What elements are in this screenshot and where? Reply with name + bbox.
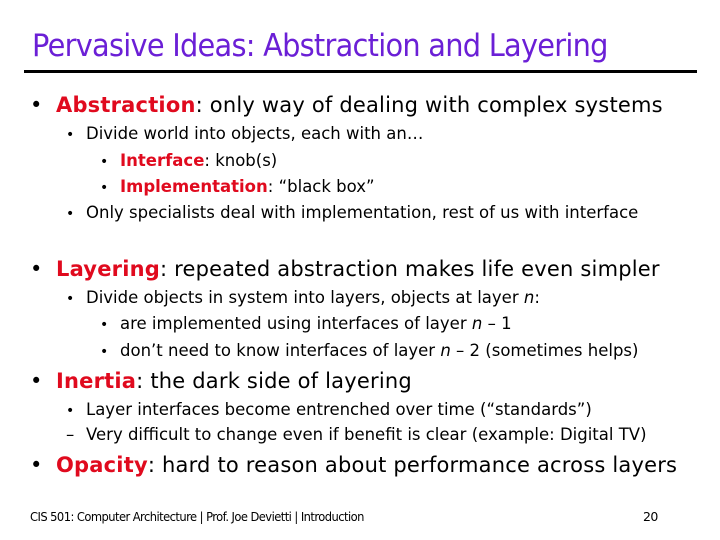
bullet-icon: •	[30, 257, 43, 281]
footer-course: CIS 501: Computer Architecture	[30, 509, 197, 524]
keyword-opacity: Opacity	[56, 453, 148, 477]
sub-bullet-divide-objects: • Divide objects in system into layers, o…	[66, 288, 540, 307]
slide-footer: CIS 501: Computer Architecture | Prof. J…	[30, 509, 364, 524]
bullet-icon: •	[66, 127, 75, 143]
dash-icon: –	[66, 425, 75, 444]
bullet-text: Divide objects in system into layers, ob…	[86, 288, 524, 307]
bullet-icon: •	[100, 317, 109, 333]
bullet-text-end: :	[534, 288, 540, 307]
keyword-layering: Layering	[56, 257, 160, 281]
bullet-icon: •	[30, 453, 43, 477]
sub-sub-bullet-implemented-using: • are implemented using interfaces of lay…	[100, 314, 512, 333]
sub-bullet-specialists: • Only specialists deal with implementati…	[66, 203, 638, 222]
bullet-layering: • Layering: repeated abstraction makes li…	[30, 257, 660, 281]
sub-bullet-difficult-to-change: – Very difficult to change even if benefi…	[66, 425, 647, 444]
bullet-icon: •	[100, 180, 109, 196]
sub-bullet-divide-world: • Divide world into objects, each with an…	[66, 124, 423, 143]
bullet-icon: •	[100, 154, 109, 170]
bullet-icon: •	[30, 369, 43, 393]
bullet-inertia: • Inertia: the dark side of layering	[30, 369, 412, 393]
variable-n: n	[440, 341, 451, 360]
bullet-text: : only way of dealing with complex syste…	[195, 93, 663, 117]
bullet-text: Very difficult to change even if benefit…	[86, 425, 647, 444]
bullet-icon: •	[66, 291, 75, 307]
bullet-text: don’t need to know interfaces of layer	[120, 341, 441, 360]
sub-bullet-entrenched: • Layer interfaces become entrenched over…	[66, 400, 592, 419]
bullet-text: are implemented using interfaces of laye…	[120, 314, 472, 333]
bullet-icon: •	[100, 344, 109, 360]
slide-title: Pervasive Ideas: Abstraction and Layerin…	[32, 28, 609, 64]
footer-instructor: Prof. Joe Devietti	[206, 509, 292, 524]
bullet-text-end: – 2 (sometimes helps)	[450, 341, 639, 360]
bullet-text: : “black box”	[267, 177, 375, 196]
footer-separator: |	[294, 509, 298, 524]
bullet-text: : knob(s)	[204, 151, 278, 170]
footer-section: Introduction	[300, 509, 365, 524]
page-number: 20	[643, 509, 658, 524]
variable-n: n	[471, 314, 483, 333]
bullet-opacity: • Opacity: hard to reason about performan…	[30, 453, 677, 477]
title-underline	[24, 70, 697, 73]
keyword-interface: Interface	[120, 151, 205, 170]
bullet-text: Layer interfaces become entrenched over …	[86, 400, 592, 419]
variable-n: n	[523, 288, 535, 307]
bullet-icon: •	[66, 206, 75, 222]
bullet-icon: •	[30, 93, 43, 117]
bullet-text: Divide world into objects, each with an…	[86, 124, 424, 143]
sub-sub-bullet-dont-need: • don’t need to know interfaces of layer …	[100, 341, 638, 360]
bullet-abstraction: • Abstraction: only way of dealing with c…	[30, 93, 663, 117]
bullet-text: : the dark side of layering	[136, 369, 412, 393]
footer-separator: |	[199, 509, 204, 524]
bullet-icon: •	[66, 403, 75, 419]
keyword-inertia: Inertia	[56, 369, 137, 393]
sub-sub-bullet-implementation: • Implementation: “black box”	[100, 177, 375, 196]
bullet-text: Only specialists deal with implementatio…	[86, 203, 639, 222]
bullet-text-end: – 1	[482, 314, 512, 333]
bullet-text: : repeated abstraction makes life even s…	[159, 257, 660, 281]
bullet-text: : hard to reason about performance acros…	[147, 453, 678, 477]
keyword-abstraction: Abstraction	[56, 93, 196, 117]
keyword-implementation: Implementation	[120, 177, 268, 196]
sub-sub-bullet-interface: • Interface: knob(s)	[100, 151, 277, 170]
